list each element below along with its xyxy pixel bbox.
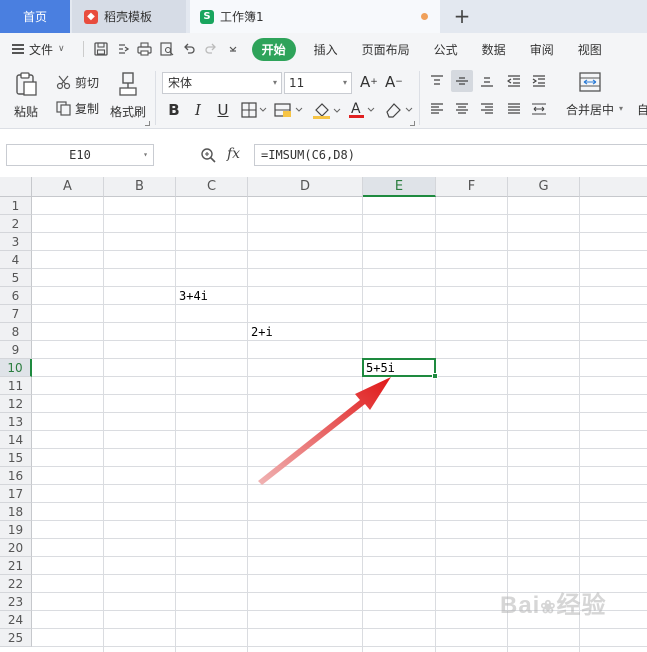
baidu-watermark: Bai❀经验 [500,592,607,619]
annotation-arrow [258,377,391,485]
